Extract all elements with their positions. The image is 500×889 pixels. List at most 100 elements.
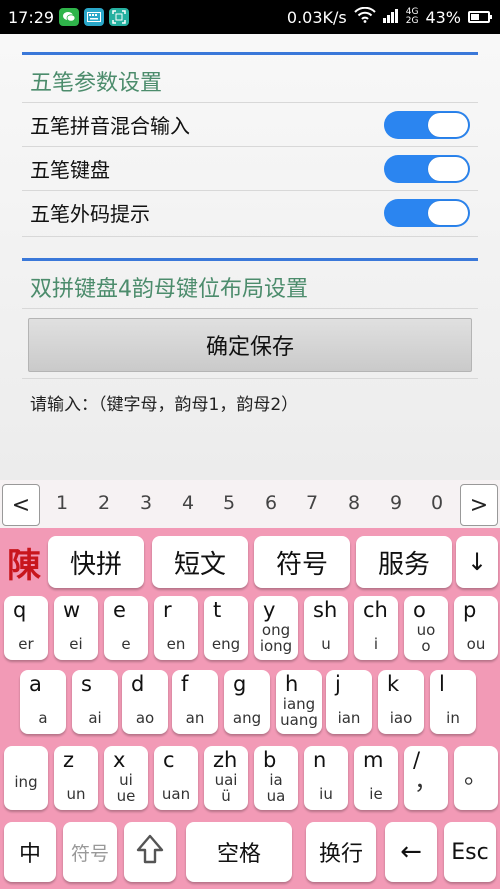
key-row1-1[interactable]: w ei [54,596,98,660]
key-letter: d [131,672,145,696]
key-final: a [38,709,48,727]
key-letter: f [181,672,189,696]
candidate-4[interactable]: 4 [178,492,198,514]
services-button[interactable]: 服务 [356,536,452,588]
key-row3-1[interactable]: z un [54,746,98,810]
key-row2-8[interactable]: l in [430,670,476,734]
key-letter: n [313,748,327,772]
key-row2-1[interactable]: s ai [72,670,118,734]
key-letter: l [439,672,445,696]
candidate-6[interactable]: 6 [261,492,281,514]
key-final: ie [369,785,383,803]
key-letter: a [29,672,42,696]
candidate-1[interactable]: 1 [52,492,72,514]
setting-row-wubi-code-hint[interactable]: 五笔外码提示 [22,190,478,234]
candidate-3[interactable]: 3 [136,492,156,514]
key-row3-3[interactable]: c uan [154,746,198,810]
space-key[interactable]: 空格 [186,822,292,882]
key-row1-2[interactable]: ee [104,596,148,660]
key-final: ia [269,771,283,789]
key-final: un [66,785,86,803]
key-letter: k [387,672,400,696]
key-letter: w [63,598,81,622]
key-final: ing [14,773,38,791]
next-candidates-button[interactable]: > [460,484,498,526]
key-final: ang [232,709,262,727]
key-row3-8[interactable]: /， [404,746,448,810]
key-row1-0[interactable]: q er [4,596,48,660]
key-final: uai [214,771,238,789]
shift-arrow-icon [135,833,165,871]
candidate-8[interactable]: 8 [344,492,364,514]
key-final: ou [466,635,486,653]
key-row3-0[interactable]: ing [4,746,48,810]
key-row1-8[interactable]: o uo o [404,596,448,660]
collapse-keyboard-button[interactable]: ↓ [456,536,498,588]
short-text-button[interactable]: 短文 [152,536,248,588]
key-row3-6[interactable]: n iu [304,746,348,810]
chinese-mode-key[interactable]: 中 [4,822,56,882]
key-row2-2[interactable]: d ao [122,670,168,734]
candidate-2[interactable]: 2 [94,492,114,514]
candidate-bar: < 1234567890 > [0,480,500,528]
key-letter: x [113,748,126,772]
key-final: ua [266,787,286,805]
candidate-0[interactable]: 0 [427,492,447,514]
key-letter: j [335,672,341,696]
key-final: eng [211,635,241,653]
key-row1-9[interactable]: p ou [454,596,498,660]
key-row1-6[interactable]: sh u [304,596,348,660]
key-row3-5[interactable]: b ia ua [254,746,298,810]
key-row2-0[interactable]: aa [20,670,66,734]
wechat-icon [59,8,80,26]
key-letter: r [163,598,172,622]
key-final: o [421,637,431,655]
key-final: i [373,635,379,653]
key-letter: o [413,598,426,622]
symbols-button[interactable]: 符号 [254,536,350,588]
key-row2-7[interactable]: k iao [378,670,424,734]
candidate-7[interactable]: 7 [302,492,322,514]
key-row2-5[interactable]: h iang uang [276,670,322,734]
network-type: 4G 2G [405,7,419,26]
esc-key[interactable]: Esc [444,822,496,882]
setting-row-wubi-pinyin-mix[interactable]: 五笔拼音混合输入 [22,102,478,146]
kuaipin-button[interactable]: 快拼 [48,536,144,588]
key-final: uan [161,785,191,803]
key-row2-3[interactable]: f an [172,670,218,734]
key-row3-7[interactable]: m ie [354,746,398,810]
key-final: ong [261,621,291,639]
key-row2-4[interactable]: g ang [224,670,270,734]
key-letter: e [113,598,126,622]
key-row1-3[interactable]: r en [154,596,198,660]
key-letter: b [263,748,277,772]
shift-key[interactable] [124,822,176,882]
key-row1-7[interactable]: ch i [354,596,398,660]
save-button[interactable]: 确定保存 [28,318,472,372]
section-divider [22,258,478,261]
key-letter: t [213,598,222,622]
setting-row-wubi-keyboard[interactable]: 五笔键盘 [22,146,478,190]
settings-panel: 五笔参数设置 五笔拼音混合输入 五笔键盘 五笔外码提示 双拼键盘4韵母键位布局设… [0,34,500,480]
candidate-5[interactable]: 5 [219,492,239,514]
wifi-icon [354,6,376,27]
toggle-switch-wubi-keyboard[interactable] [384,155,470,183]
symbol-key[interactable]: 符号 [63,822,117,882]
key-final: ui [119,771,133,789]
key-final: 。 [464,761,488,789]
key-final: uang [280,711,318,729]
prev-candidates-button[interactable]: < [2,484,40,526]
toggle-switch-wubi-code-hint[interactable] [384,199,470,227]
toggle-switch-wubi-pinyin-mix[interactable] [384,111,470,139]
candidate-9[interactable]: 9 [386,492,406,514]
backspace-key[interactable]: ← [385,822,437,882]
key-row3-2[interactable]: x ui ue [104,746,148,810]
key-final: ai [88,709,102,727]
key-final: en [166,635,186,653]
key-row1-4[interactable]: t eng [204,596,248,660]
key-row3-9[interactable]: 。 [454,746,498,810]
key-row3-4[interactable]: zh uai ü [204,746,248,810]
key-row1-5[interactable]: y ong iong [254,596,298,660]
enter-key[interactable]: 换行 [306,822,376,882]
key-row2-6[interactable]: j ian [326,670,372,734]
